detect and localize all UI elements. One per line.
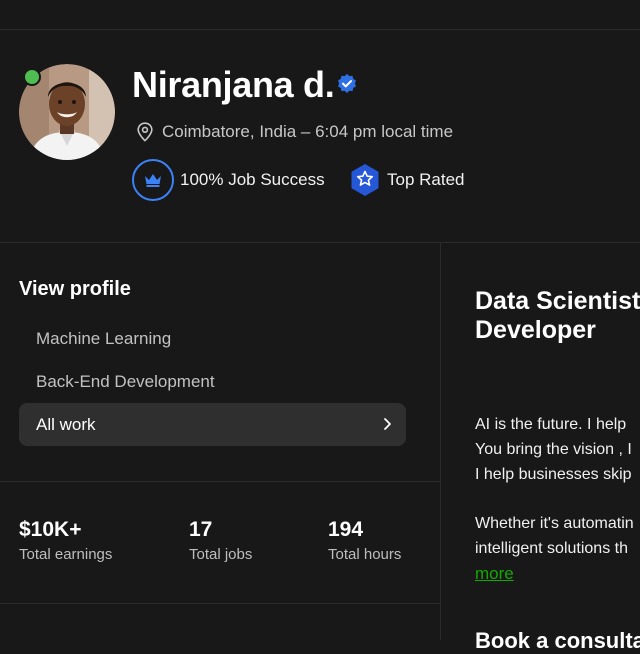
star-badge-icon (351, 164, 379, 196)
more-link[interactable]: more (475, 561, 514, 586)
top-rated-badge[interactable]: Top Rated (349, 163, 465, 197)
column-divider (440, 243, 441, 640)
job-success-badge[interactable]: 100% Job Success (132, 159, 325, 201)
stat-value: 17 (189, 518, 213, 541)
view-profile-heading: View profile (19, 278, 131, 300)
stat-label: Total earnings (19, 546, 113, 563)
consultation-heading: Book a consultati (475, 628, 640, 653)
stat-total-jobs: 17 Total jobs (189, 518, 252, 563)
online-status-dot (23, 68, 41, 86)
overview-line: intelligent solutions th (475, 540, 628, 557)
overview-paragraph: AI is the future. I help You bring the v… (475, 412, 632, 487)
specialization-back-end-development[interactable]: Back-End Development (36, 372, 215, 392)
avatar-container (19, 64, 115, 160)
location-text: Coimbatore, India – 6:04 pm local time (162, 122, 454, 141)
specialization-machine-learning[interactable]: Machine Learning (36, 329, 171, 349)
job-success-ring (132, 159, 174, 201)
overview-line: AI is the future. I help (475, 416, 627, 433)
all-work-button[interactable]: All work (19, 403, 406, 446)
overview-line: I help businesses skip (475, 466, 632, 483)
overview-line: Whether it's automatin (475, 515, 634, 532)
freelancer-name: Niranjana d. (132, 64, 335, 105)
location-pin-icon (137, 122, 153, 142)
chevron-right-icon (384, 418, 391, 430)
stats-divider-top (0, 481, 440, 482)
profile-title-line: Data Scientist/ (475, 287, 640, 315)
top-rated-label: Top Rated (387, 170, 465, 189)
verified-badge-icon (338, 73, 356, 93)
top-bar (0, 0, 640, 30)
stat-total-earnings: $10K+ Total earnings (19, 518, 112, 563)
location-row: Coimbatore, India – 6:04 pm local time (136, 120, 453, 144)
overview-paragraph: Whether it's automatin intelligent solut… (475, 511, 634, 561)
overview-line: You bring the vision , I (475, 441, 632, 458)
stats-divider-bottom (0, 603, 440, 604)
profile-title: Data Scientist/ Developer (475, 287, 640, 345)
stat-label: Total jobs (189, 546, 253, 563)
job-success-label: 100% Job Success (180, 170, 325, 189)
stat-label: Total hours (328, 546, 402, 563)
all-work-label: All work (36, 415, 96, 434)
stat-value: $10K+ (19, 518, 82, 541)
stat-value: 194 (328, 518, 364, 541)
profile-title-line: Developer (475, 316, 596, 344)
crown-icon (145, 174, 161, 187)
stat-total-hours: 194 Total hours (328, 518, 401, 563)
